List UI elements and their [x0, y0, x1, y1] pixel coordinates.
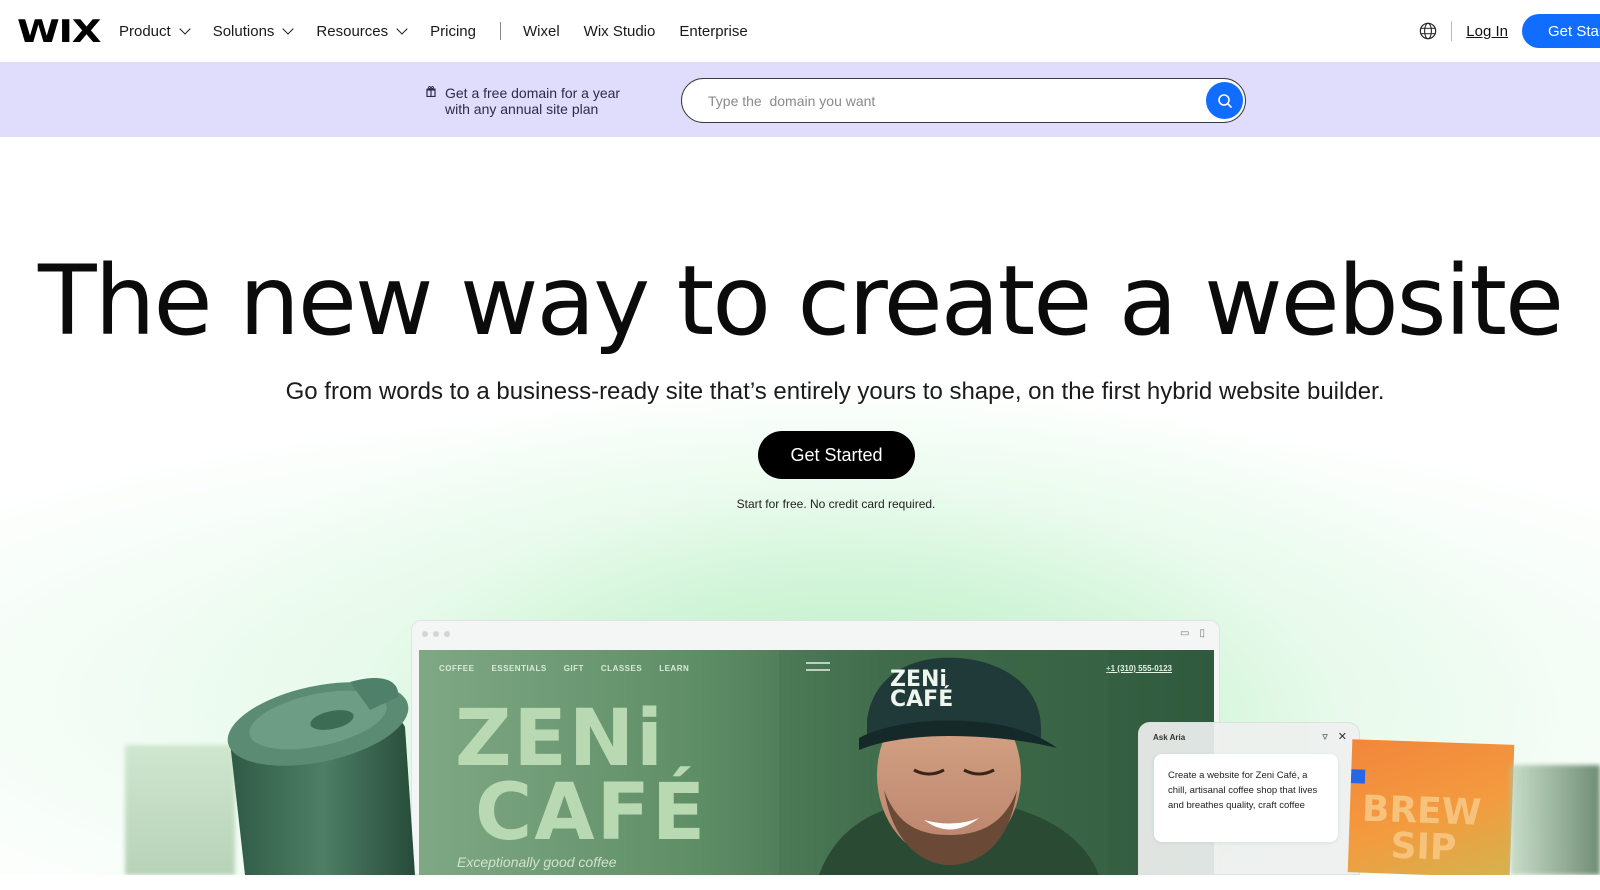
domain-search-box	[681, 78, 1246, 123]
login-link[interactable]: Log In	[1466, 23, 1508, 40]
page-bottom-edge	[0, 875, 1600, 890]
brew-sip-label: BREW SIP	[1360, 789, 1482, 869]
chevron-down-icon	[282, 22, 295, 35]
menu-item-wixel[interactable]: Wixel	[523, 23, 560, 40]
cap-logo-line-2: CAFÉ	[890, 687, 954, 712]
chat-icon[interactable]: ▿	[1322, 730, 1328, 743]
menu-divider	[499, 22, 501, 40]
chevron-down-icon	[179, 22, 191, 35]
promo-line-2: with any annual site plan	[445, 101, 599, 117]
top-navigation: WIX Product Solutions Resources Pricing …	[0, 0, 1600, 62]
nav-divider	[1451, 21, 1453, 41]
main-menu: Product Solutions Resources Pricing Wixe…	[119, 0, 772, 62]
menu-item-label: Resources	[316, 22, 389, 40]
menu-item-pricing[interactable]: Pricing	[430, 23, 476, 40]
preview-nav-item: LEARN	[659, 664, 690, 673]
nav-actions: Log In Get Started	[1419, 0, 1600, 62]
brew-line-2: SIP	[1389, 825, 1458, 869]
brew-sip-product-image: BREW SIP	[1347, 739, 1515, 878]
menu-item-solutions[interactable]: Solutions	[212, 22, 295, 40]
preview-tagline: Exceptionally good coffee	[457, 854, 617, 870]
hero-subheadline: Go from words to a business-ready site t…	[285, 378, 1385, 405]
menu-item-product[interactable]: Product	[119, 22, 191, 40]
chevron-down-icon	[396, 22, 408, 35]
mobile-icon: ▯	[1199, 628, 1205, 639]
website-preview: COFFEE ESSENTIALS GIFT CLASSES LEARN +1 …	[419, 650, 1214, 875]
assistant-controls: ▿ ✕	[1322, 730, 1347, 743]
preview-site-nav: COFFEE ESSENTIALS GIFT CLASSES LEARN	[439, 664, 689, 673]
menu-item-label: Pricing	[430, 22, 476, 40]
menu-item-enterprise[interactable]: Enterprise	[679, 23, 747, 40]
assistant-prompt-card: Create a website for Zeni Café, a chill,…	[1154, 754, 1338, 842]
menu-item-label: Solutions	[212, 22, 275, 40]
travel-mug-image	[227, 677, 415, 875]
ai-assistant-panel: Ask Aria ▿ ✕ Create a website for Zeni C…	[1138, 722, 1360, 875]
preview-nav-item: COFFEE	[439, 664, 475, 673]
brand-title-line-1: ZENi	[455, 694, 665, 784]
globe-icon[interactable]	[1419, 22, 1437, 40]
brand-title-line-2: CAFÉ	[475, 768, 708, 858]
promo-message: Get a free domain for a year with any an…	[426, 85, 620, 117]
get-started-button[interactable]: Get Started	[758, 431, 915, 479]
assistant-title: Ask Aria	[1153, 733, 1186, 742]
preview-nav-item: CLASSES	[600, 664, 643, 673]
promo-line-1: Get a free domain for a year	[445, 85, 621, 101]
preview-nav-item: ESSENTIALS	[491, 664, 547, 673]
window-dots	[422, 631, 450, 637]
desktop-icon: ▭	[1180, 628, 1190, 639]
search-icon	[1217, 93, 1232, 108]
close-icon[interactable]: ✕	[1338, 730, 1347, 743]
menu-item-resources[interactable]: Resources	[316, 22, 408, 40]
hero-headline: The new way to create a website	[37, 245, 1564, 357]
preview-phone-number: +1 (310) 555-0123	[1105, 664, 1172, 673]
selection-handle	[1350, 769, 1366, 784]
cap-logo: ZENi CAFÉ	[890, 669, 954, 712]
preview-brand-title: ZENi CAFÉ	[455, 694, 708, 858]
wix-logo[interactable]: WIX	[17, 14, 102, 50]
domain-search-input[interactable]	[708, 92, 1188, 109]
get-started-nav-button[interactable]: Get Started	[1522, 14, 1600, 48]
menu-item-wix-studio[interactable]: Wix Studio	[584, 23, 656, 40]
device-toggle: ▭ ▯	[1180, 628, 1205, 639]
cta-note: Start for free. No credit card required.	[736, 497, 936, 511]
blurred-side-image	[1510, 765, 1600, 875]
domain-search-button[interactable]	[1206, 82, 1243, 119]
menu-item-label: Product	[119, 22, 171, 40]
preview-nav-item: GIFT	[563, 664, 584, 673]
